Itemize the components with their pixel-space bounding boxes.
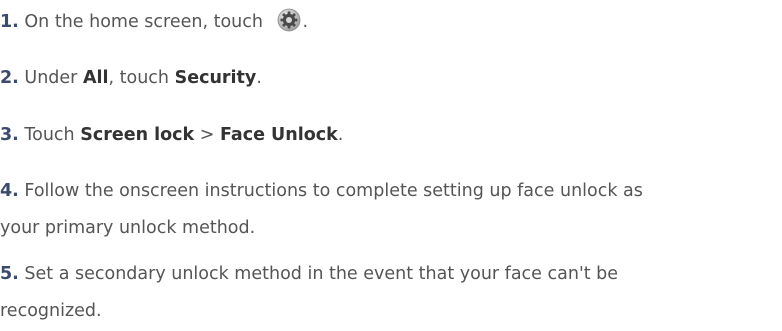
menu-label-all: All xyxy=(82,68,109,88)
menu-label-face-unlock: Face Unlock xyxy=(219,125,338,145)
step-2: 2. Under All, touch Security. xyxy=(0,60,782,97)
step-1: 1. On the home screen, touch . xyxy=(0,4,782,46)
step-text-end: . xyxy=(302,12,309,32)
step-text-end: . xyxy=(256,68,262,88)
step-text-end: . xyxy=(337,125,344,145)
step-number: 3. xyxy=(0,125,19,145)
step-number: 4. xyxy=(0,181,19,201)
step-5: 5. Set a secondary unlock method in the … xyxy=(0,256,782,330)
step-text-mid: , touch xyxy=(108,68,170,88)
step-number: 1. xyxy=(0,12,19,32)
step-text-line-2: your primary unlock method. xyxy=(0,218,256,238)
menu-label-security: Security xyxy=(174,68,257,88)
step-text: On the home screen, touch xyxy=(24,12,263,32)
step-text-line-1: Set a secondary unlock method in the eve… xyxy=(24,264,619,284)
settings-gear-icon[interactable] xyxy=(277,8,301,46)
step-3: 3. Touch Screen lock > Face Unlock. xyxy=(0,117,782,154)
menu-label-screen-lock: Screen lock xyxy=(80,125,195,145)
step-4: 4. Follow the onscreen instructions to c… xyxy=(0,173,782,247)
step-text-line-2: recognized. xyxy=(0,301,102,321)
step-text-line-1: Follow the onscreen instructions to comp… xyxy=(24,181,643,201)
step-number: 5. xyxy=(0,264,19,284)
step-number: 2. xyxy=(0,68,19,88)
path-separator: > xyxy=(199,125,215,145)
step-text: Under xyxy=(24,68,78,88)
step-text: Touch xyxy=(24,125,75,145)
